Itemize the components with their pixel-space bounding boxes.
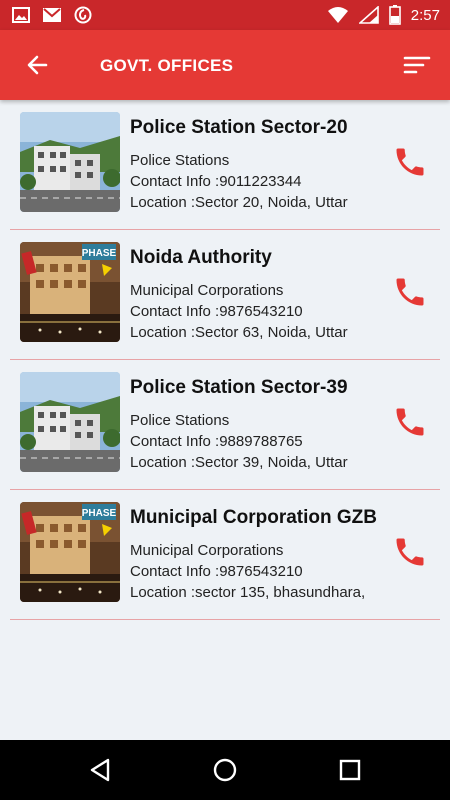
office-thumbnail: PHASE <box>20 242 120 342</box>
phase-building-image: PHASE <box>20 242 120 342</box>
office-name: Noida Authority <box>130 247 272 268</box>
office-name: Municipal Corporation GZB <box>130 507 377 528</box>
call-button[interactable] <box>392 274 428 310</box>
system-navigation-bar <box>0 740 450 800</box>
signal-icon <box>358 6 379 24</box>
office-thumbnail: PHASE <box>20 502 120 602</box>
office-location: Location :Sector 39, Noida, Uttar <box>130 454 348 471</box>
svg-text:PHASE: PHASE <box>82 508 117 519</box>
svg-text:PHASE: PHASE <box>82 248 117 259</box>
call-button[interactable] <box>392 404 428 440</box>
office-category: Police Stations <box>130 412 230 429</box>
office-thumbnail <box>20 112 120 212</box>
wifi-icon <box>327 7 348 23</box>
call-button[interactable] <box>392 144 428 180</box>
gmail-icon <box>43 8 61 22</box>
phase-building-image: PHASE <box>20 502 120 602</box>
office-list-item[interactable]: Police Station Sector-20 Police Stations… <box>10 100 440 230</box>
triangle-back-icon <box>90 758 110 782</box>
office-location: Location :Sector 63, Noida, Uttar <box>130 324 348 341</box>
office-contact: Contact Info :9889788765 <box>130 433 303 450</box>
office-category: Police Stations <box>130 152 230 169</box>
nav-back-button[interactable] <box>85 756 115 784</box>
phone-icon <box>396 278 424 306</box>
square-recents-icon <box>339 759 361 781</box>
office-list: Police Station Sector-20 Police Stations… <box>10 100 440 620</box>
police-building-image <box>20 372 120 472</box>
nav-recents-button[interactable] <box>335 756 365 784</box>
office-list-item[interactable]: Police Station Sector-39 Police Stations… <box>10 360 440 490</box>
status-notifications <box>12 6 92 24</box>
office-contact: Contact Info :9876543210 <box>130 563 303 580</box>
office-contact: Contact Info :9011223344 <box>130 173 302 190</box>
status-system: 2:57 <box>327 5 440 25</box>
vodafone-icon <box>74 6 92 24</box>
sort-icon <box>403 56 431 74</box>
circle-home-icon <box>213 758 237 782</box>
status-bar: 2:57 <box>0 0 450 30</box>
arrow-left-icon <box>27 55 48 75</box>
back-button[interactable] <box>20 51 56 79</box>
office-list-item[interactable]: PHASE Municipal Corporation GZB Municipa… <box>10 490 440 620</box>
phone-icon <box>396 538 424 566</box>
office-name: Police Station Sector-20 <box>130 117 348 138</box>
office-location: Location :Sector 20, Noida, Uttar <box>130 194 348 211</box>
call-button[interactable] <box>392 534 428 570</box>
phone-icon <box>396 408 424 436</box>
police-building-image <box>20 112 120 212</box>
office-thumbnail <box>20 372 120 472</box>
office-name: Police Station Sector-39 <box>130 377 348 398</box>
page-title: GOVT. OFFICES <box>100 56 234 75</box>
sort-button[interactable] <box>402 52 432 78</box>
office-list-item[interactable]: PHASE Noida Authority Municipal Corporat… <box>10 230 440 360</box>
image-notification-icon <box>12 7 30 23</box>
phone-icon <box>396 148 424 176</box>
office-location: Location :sector 135, bhasundhara, <box>130 584 366 601</box>
office-category: Municipal Corporations <box>130 542 284 559</box>
nav-home-button[interactable] <box>210 756 240 784</box>
app-bar: GOVT. OFFICES <box>0 30 450 100</box>
clock: 2:57 <box>410 6 440 24</box>
office-contact: Contact Info :9876543210 <box>130 303 303 320</box>
battery-icon <box>388 5 401 25</box>
office-category: Municipal Corporations <box>130 282 284 299</box>
